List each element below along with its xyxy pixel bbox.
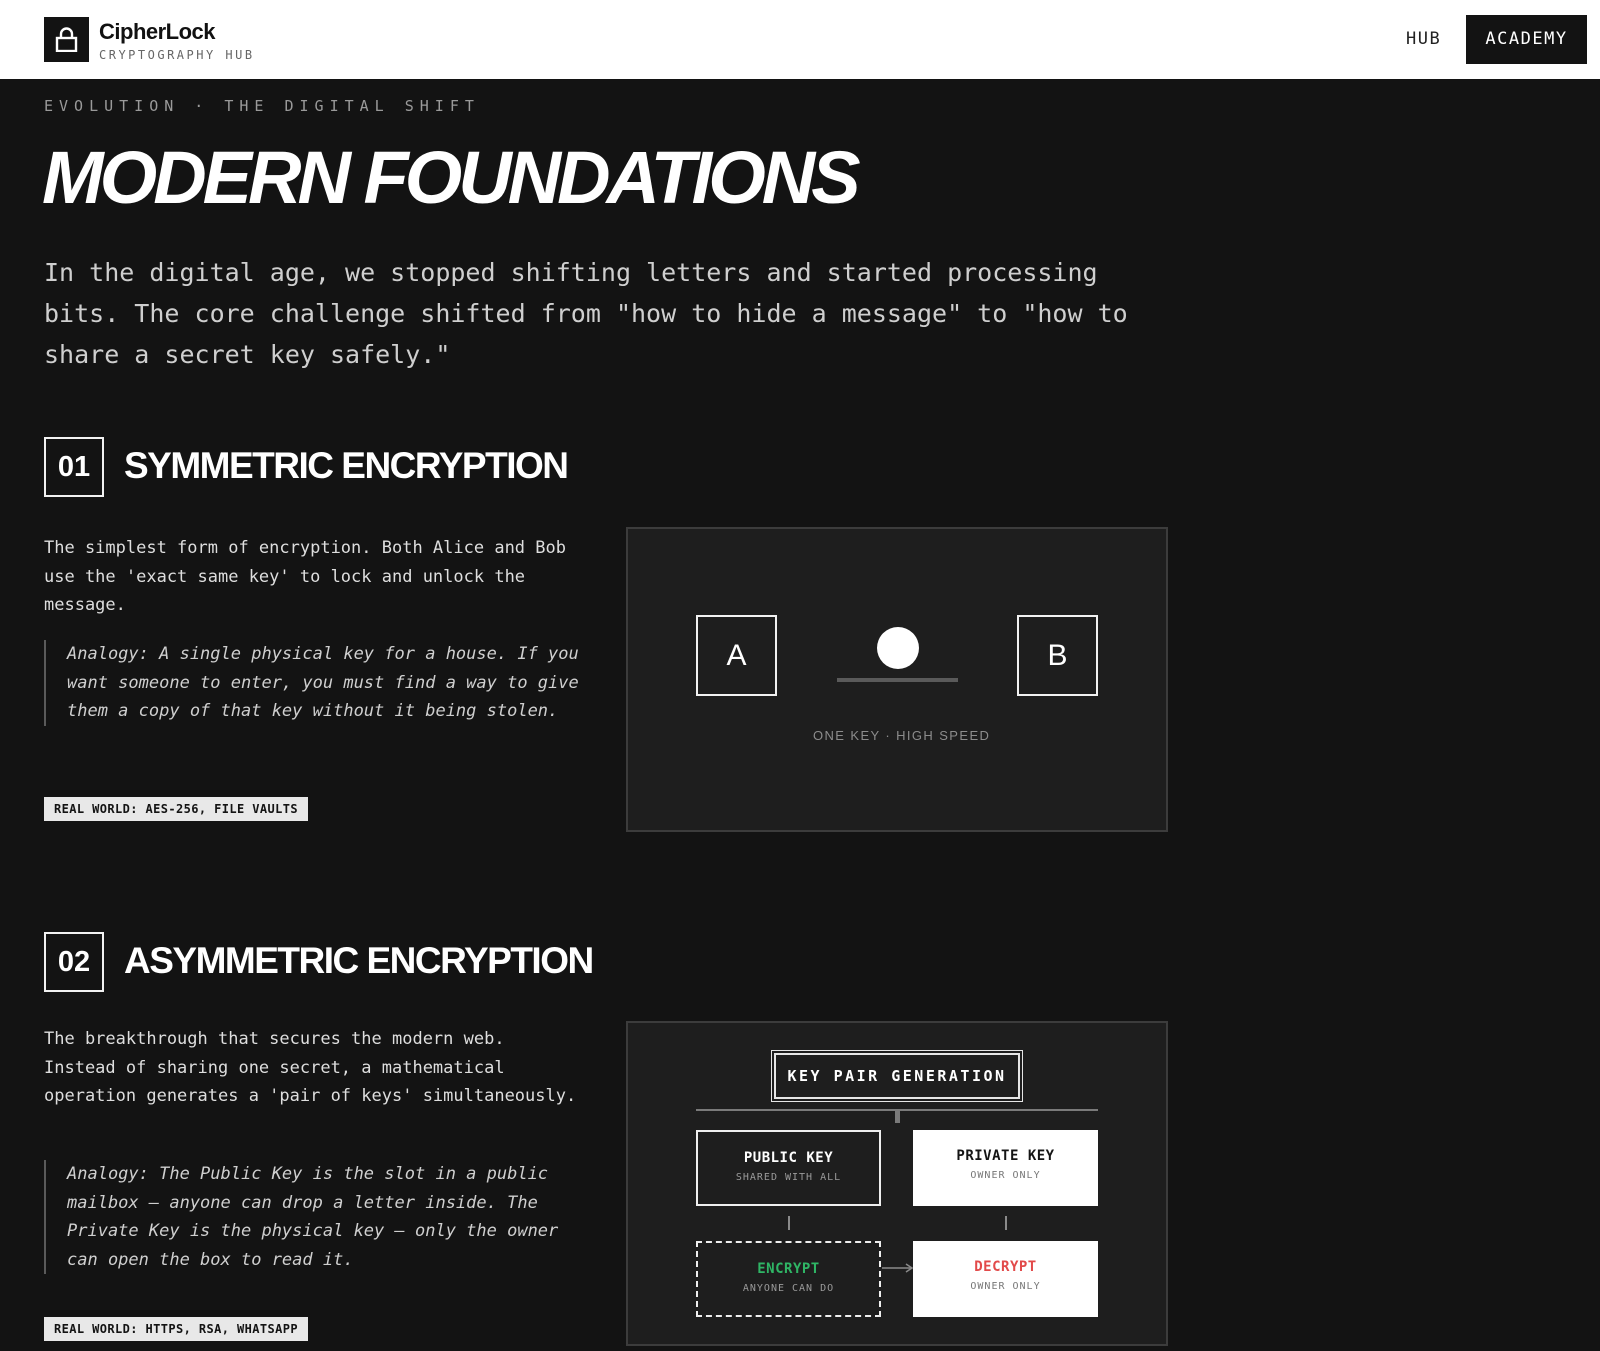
asymmetric-description: The breakthrough that secures the modern…	[44, 1029, 577, 1106]
arrow-right-icon	[882, 1263, 914, 1273]
encrypt-subtitle: ANYONE CAN DO	[742, 1283, 835, 1294]
symmetric-diagram: A B ONE KEY · HIGH SPEED	[626, 527, 1168, 832]
asymmetric-analogy: Analogy: The Public Key is the slot in a…	[44, 1160, 594, 1274]
section-number-01: 01	[44, 437, 104, 497]
decrypt-title: DECRYPT	[974, 1259, 1037, 1275]
symmetric-description: The simplest form of encryption. Both Al…	[44, 538, 566, 615]
decrypt-subtitle: OWNER ONLY	[970, 1281, 1041, 1292]
private-to-decrypt-connector	[1005, 1216, 1007, 1230]
section-title-symmetric: SYMMETRIC ENCRYPTION	[124, 445, 569, 486]
public-key-subtitle: SHARED WITH ALL	[735, 1172, 842, 1183]
party-b-box: B	[1017, 615, 1098, 696]
symmetric-real-world-badge: REAL WORLD: AES-256, FILE VAULTS	[44, 797, 308, 821]
nav-link-academy[interactable]: ACADEMY	[1466, 15, 1587, 64]
tree-connector-stub	[895, 1111, 900, 1123]
public-key-title: PUBLIC KEY	[743, 1150, 834, 1166]
section-number-02: 02	[44, 932, 104, 992]
private-key-node: PRIVATE KEY OWNER ONLY	[913, 1130, 1098, 1206]
asymmetric-real-world-badge: REAL WORLD: HTTPS, RSA, WHATSAPP	[44, 1317, 308, 1341]
brand-name[interactable]: CipherLock	[99, 19, 216, 45]
public-to-encrypt-connector	[788, 1216, 790, 1230]
top-nav-bar: CipherLock CRYPTOGRAPHY HUB HUB ACADEMY	[0, 0, 1600, 79]
asymmetric-diagram: KEY PAIR GENERATION PUBLIC KEY SHARED WI…	[626, 1021, 1168, 1346]
section-eyebrow: EVOLUTION · THE DIGITAL SHIFT	[44, 97, 480, 115]
symmetric-analogy: Analogy: A single physical key for a hou…	[44, 640, 594, 726]
party-a-box: A	[696, 615, 777, 696]
brand-subtitle: CRYPTOGRAPHY HUB	[99, 48, 255, 62]
symmetric-diagram-caption: ONE KEY · HIGH SPEED	[813, 728, 991, 743]
key-pair-generation-node: KEY PAIR GENERATION	[772, 1051, 1022, 1101]
private-key-title: PRIVATE KEY	[956, 1148, 1055, 1164]
lock-icon	[55, 27, 78, 52]
private-key-subtitle: OWNER ONLY	[970, 1170, 1041, 1181]
logo[interactable]	[44, 17, 89, 62]
encrypt-node: ENCRYPT ANYONE CAN DO	[696, 1241, 881, 1317]
public-key-node: PUBLIC KEY SHARED WITH ALL	[696, 1130, 881, 1206]
section-title-asymmetric: ASYMMETRIC ENCRYPTION	[124, 940, 594, 981]
page-title: MODERN FOUNDATIONS	[42, 136, 861, 219]
encrypt-title: ENCRYPT	[757, 1261, 820, 1277]
shared-key-dot	[877, 627, 919, 669]
nav-link-hub[interactable]: HUB	[1380, 26, 1470, 56]
intro-paragraph: In the digital age, we stopped shifting …	[44, 258, 1128, 369]
decrypt-node: DECRYPT OWNER ONLY	[913, 1241, 1098, 1317]
shared-key-bar	[837, 678, 958, 682]
